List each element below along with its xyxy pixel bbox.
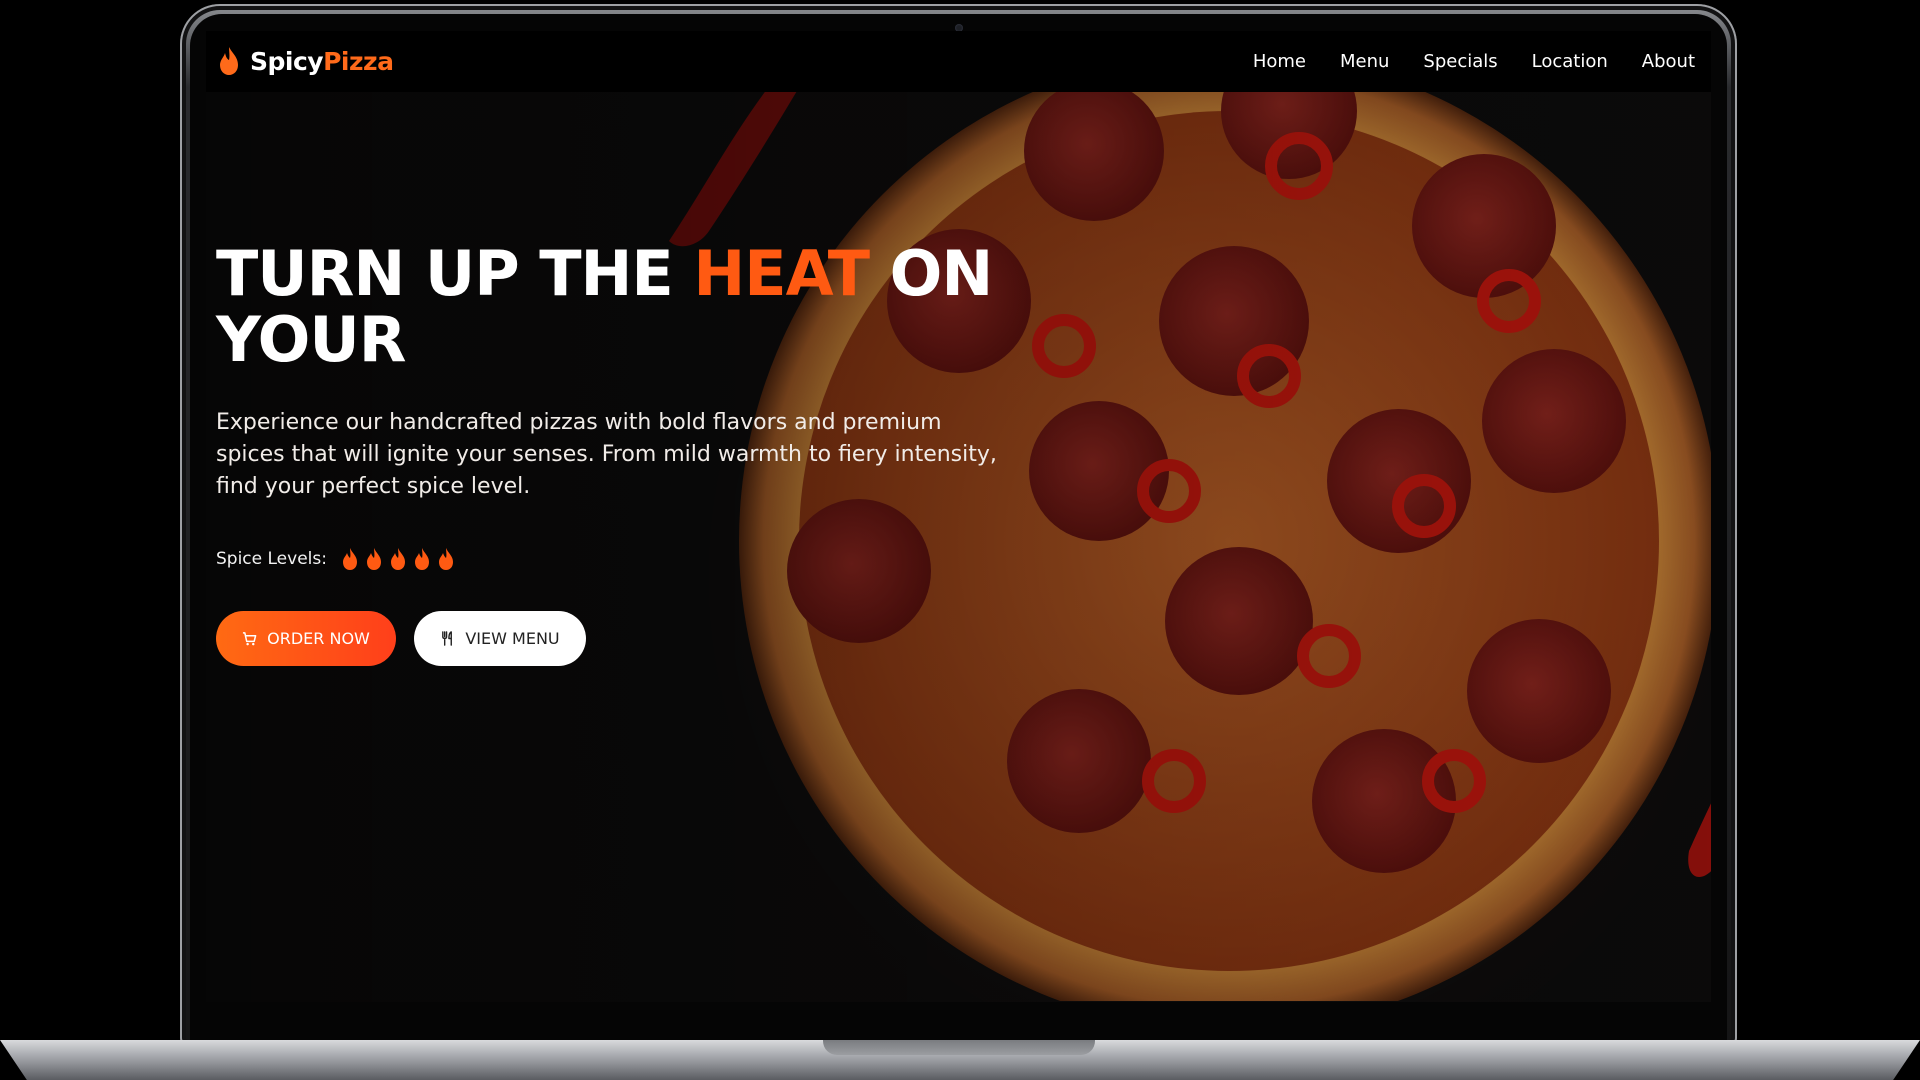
spice-levels-label: Spice Levels: [216,549,327,569]
flame-icon [390,548,405,570]
brand-name: SpicyPizza [250,46,394,76]
nav-link-location[interactable]: Location [1532,51,1608,72]
navbar: SpicyPizza Home Menu Specials Location A… [206,31,1711,92]
cart-icon [243,632,257,646]
headline-accent: HEAT [693,237,870,310]
view-menu-button[interactable]: VIEW MENU [414,611,586,666]
view-menu-label: VIEW MENU [465,629,560,648]
brand-name-part1: Spicy [250,46,324,76]
hero-content: TURN UP THE HEAT ON YOUR Experience our … [216,241,1076,666]
website-screen: SpicyPizza Home Menu Specials Location A… [206,31,1711,1002]
spice-level-icons [341,547,455,571]
spice-levels: Spice Levels: [216,547,1076,571]
laptop-opening-notch [823,1040,1095,1055]
brand-name-part2: Pizza [323,46,394,76]
hero-subtext: Experience our handcrafted pizzas with b… [216,410,997,499]
nav-link-home[interactable]: Home [1253,51,1306,72]
hero-headline: TURN UP THE HEAT ON YOUR [216,241,1076,373]
nav-link-menu[interactable]: Menu [1340,51,1389,72]
flame-icon [220,47,238,75]
flame-icon [342,548,357,570]
utensils-icon [442,631,453,646]
flame-icon [414,548,429,570]
hero-buttons: ORDER NOW VIEW MENU [216,611,1076,666]
nav-links: Home Menu Specials Location About [1253,31,1695,92]
laptop-mockup: SpicyPizza Home Menu Specials Location A… [0,0,1920,1080]
order-now-button[interactable]: ORDER NOW [216,611,396,666]
order-now-label: ORDER NOW [267,629,370,648]
nav-link-specials[interactable]: Specials [1423,51,1497,72]
flame-icon [366,548,381,570]
brand-logo[interactable]: SpicyPizza [218,43,394,79]
flame-icon [438,548,453,570]
headline-part1: TURN UP THE [216,237,694,310]
nav-link-about[interactable]: About [1642,51,1695,72]
